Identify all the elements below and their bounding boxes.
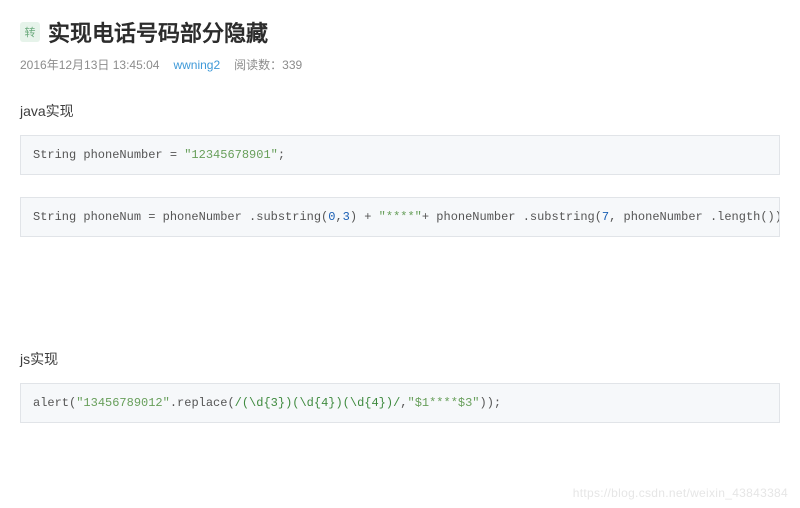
section-heading-js: js实现 (20, 349, 780, 369)
meta-row: 2016年12月13日 13:45:04 wwning2 阅读数：339 (20, 56, 780, 73)
article-container: 转 实现电话号码部分隐藏 2016年12月13日 13:45:04 wwning… (0, 0, 800, 461)
page-title: 实现电话号码部分隐藏 (48, 16, 268, 48)
spacer (20, 259, 780, 349)
code-block-java-1: String phoneNumber = "12345678901"; (20, 135, 780, 175)
code-block-java-2: String phoneNum = phoneNumber .substring… (20, 197, 780, 237)
views-count: 阅读数：339 (234, 56, 302, 73)
header-row: 转 实现电话号码部分隐藏 (20, 16, 780, 48)
post-date: 2016年12月13日 13:45:04 (20, 56, 159, 73)
author-link[interactable]: wwning2 (173, 58, 220, 72)
repost-badge: 转 (20, 22, 40, 42)
section-heading-java: java实现 (20, 101, 780, 121)
code-block-js: alert("13456789012".replace(/(\d{3})(\d{… (20, 383, 780, 423)
watermark: https://blog.csdn.net/weixin_43843384 (573, 486, 788, 500)
